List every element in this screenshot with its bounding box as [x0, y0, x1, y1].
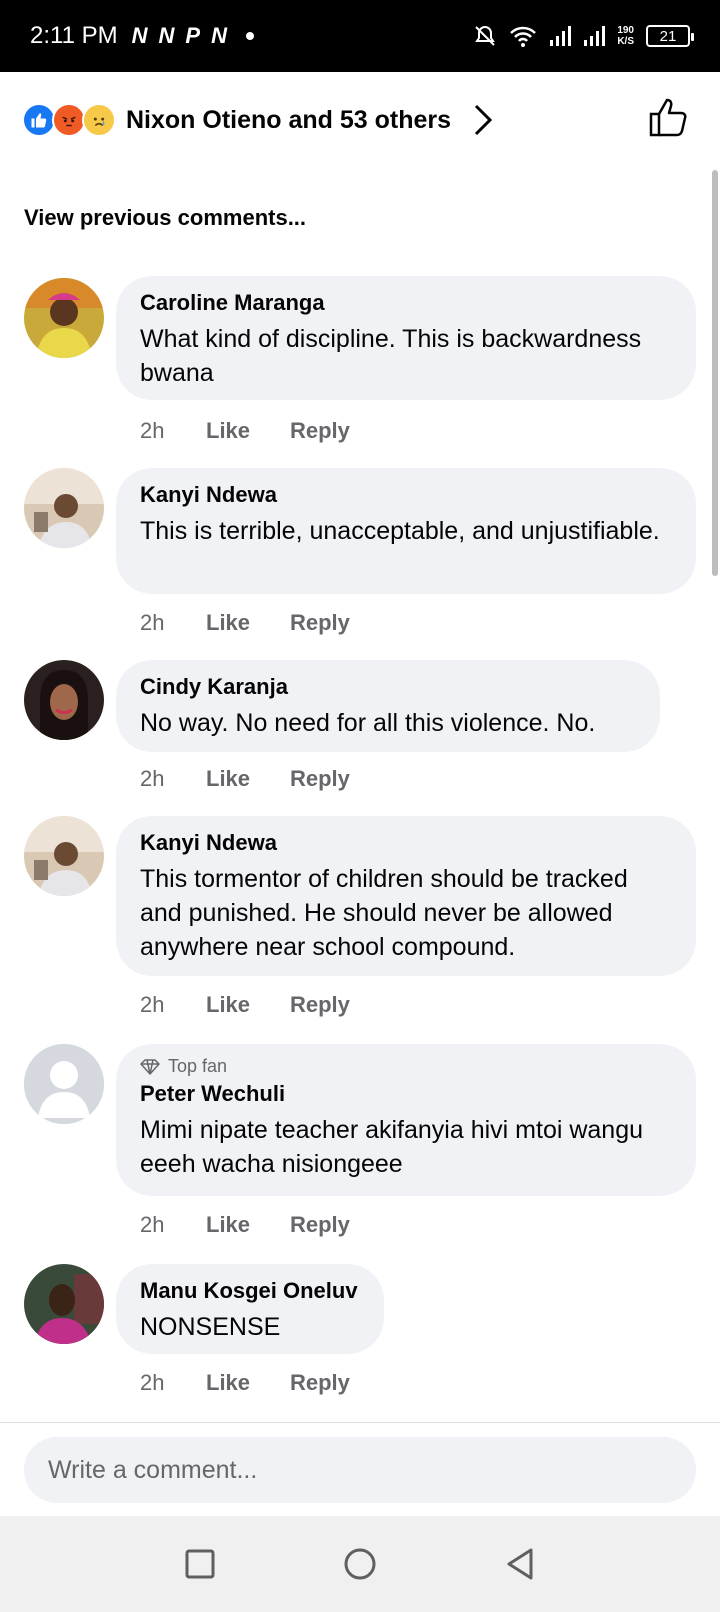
net-speed: 190 K/S	[617, 25, 634, 47]
comment-author[interactable]: Peter Wechuli	[140, 1081, 672, 1107]
avatar[interactable]	[24, 1264, 104, 1344]
back-button[interactable]	[490, 1534, 550, 1594]
reactors-text: Nixon Otieno and 53 others	[126, 105, 452, 134]
comment-author[interactable]: Manu Kosgei Oneluv	[140, 1278, 360, 1304]
comment-reply-button[interactable]: Reply	[290, 418, 350, 444]
avatar[interactable]	[24, 468, 104, 548]
comment-bubble: Caroline Maranga What kind of discipline…	[116, 276, 696, 400]
comment-time[interactable]: 2h	[140, 418, 206, 444]
comment-time[interactable]: 2h	[140, 992, 206, 1018]
comment-author[interactable]: Caroline Maranga	[140, 290, 672, 316]
comment-reply-button[interactable]: Reply	[290, 1370, 350, 1396]
notification-icons: N N P N	[132, 23, 228, 49]
comment-time[interactable]: 2h	[140, 610, 206, 636]
notification-icon-1: N	[131, 23, 149, 48]
comment-reply-button[interactable]: Reply	[290, 992, 350, 1018]
comment-bubble: Cindy Karanja No way. No need for all th…	[116, 660, 660, 752]
comment-actions: 2h Like Reply	[140, 418, 350, 444]
comment-author[interactable]: Kanyi Ndewa	[140, 830, 672, 856]
back-triangle-icon	[507, 1548, 533, 1580]
comment-reply-button[interactable]: Reply	[290, 1212, 350, 1238]
recents-button[interactable]	[170, 1534, 230, 1594]
comment-bubble: Manu Kosgei Oneluv NONSENSE	[116, 1264, 384, 1354]
comment-like-button[interactable]: Like	[206, 418, 290, 444]
diamond-icon	[140, 1058, 160, 1075]
comment-actions: 2h Like Reply	[140, 992, 350, 1018]
sad-icon	[82, 103, 116, 137]
like-icon	[22, 103, 56, 137]
notification-icon-3: P	[185, 23, 202, 48]
view-previous-comments-link[interactable]: View previous comments...	[24, 205, 306, 231]
net-speed-value: 190	[617, 25, 634, 36]
comment-like-button[interactable]: Like	[206, 766, 290, 792]
comment-reply-button[interactable]: Reply	[290, 766, 350, 792]
comment-actions: 2h Like Reply	[140, 610, 350, 636]
comment-time[interactable]: 2h	[140, 1370, 206, 1396]
wifi-icon	[510, 26, 537, 47]
comment-actions: 2h Like Reply	[140, 1212, 350, 1238]
square-icon	[185, 1549, 215, 1579]
top-fan-label: Top fan	[168, 1056, 228, 1076]
signal-icon-1	[550, 26, 572, 46]
reaction-icons	[22, 103, 116, 137]
status-bar: 2:11 PM N N P N 190 K/S 21	[0, 0, 720, 72]
comment-input[interactable]	[24, 1437, 696, 1503]
comment-text: This is terrible, unacceptable, and unju…	[140, 517, 660, 545]
like-button-icon[interactable]	[648, 96, 690, 138]
notification-icon-4: N	[211, 23, 228, 48]
comment-actions: 2h Like Reply	[140, 766, 350, 792]
avatar[interactable]	[24, 660, 104, 740]
scrollbar[interactable]	[712, 170, 718, 576]
comment-bubble: Top fan Peter Wechuli Mimi nipate teache…	[116, 1044, 696, 1196]
comment-time[interactable]: 2h	[140, 1212, 206, 1238]
comment-text: NONSENSE	[140, 1313, 281, 1341]
comment-bubble: Kanyi Ndewa This is terrible, unacceptab…	[116, 468, 696, 594]
home-button[interactable]	[330, 1534, 390, 1594]
avatar[interactable]	[24, 1044, 104, 1124]
comment-text: This tormentor of children should be tra…	[140, 865, 628, 961]
notification-icon-2: N	[158, 23, 176, 48]
comment-text: Mimi nipate teacher akifanyia hivi mtoi …	[140, 1116, 644, 1178]
circle-icon	[344, 1548, 376, 1580]
comment-like-button[interactable]: Like	[206, 992, 290, 1018]
signal-icon-2	[584, 26, 606, 46]
comment-like-button[interactable]: Like	[206, 1212, 290, 1238]
navigation-bar	[0, 1516, 720, 1612]
more-notifications-dot	[245, 32, 254, 40]
comment-bubble: Kanyi Ndewa This tormentor of children s…	[116, 816, 696, 976]
status-time: 2:11 PM	[30, 22, 118, 49]
comment-composer	[0, 1422, 720, 1516]
chevron-right-icon	[475, 104, 493, 136]
net-speed-unit: K/S	[617, 36, 634, 47]
angry-icon	[52, 103, 86, 137]
comment-like-button[interactable]: Like	[206, 610, 290, 636]
comment-time[interactable]: 2h	[140, 766, 206, 792]
avatar[interactable]	[24, 816, 104, 896]
comment-like-button[interactable]: Like	[206, 1370, 290, 1396]
comment-author[interactable]: Kanyi Ndewa	[140, 482, 672, 508]
comment-text: What kind of discipline. This is backwar…	[140, 325, 642, 387]
top-fan-badge: Top fan	[140, 1056, 672, 1077]
battery-level: 21	[659, 27, 677, 45]
comment-author[interactable]: Cindy Karanja	[140, 674, 636, 700]
comment-actions: 2h Like Reply	[140, 1370, 350, 1396]
reactions-summary[interactable]: Nixon Otieno and 53 others	[0, 72, 720, 168]
mute-bell-icon	[475, 25, 496, 46]
comment-reply-button[interactable]: Reply	[290, 610, 350, 636]
avatar[interactable]	[24, 278, 104, 358]
comment-text: No way. No need for all this violence. N…	[140, 709, 596, 737]
battery-icon: 21	[646, 25, 694, 47]
